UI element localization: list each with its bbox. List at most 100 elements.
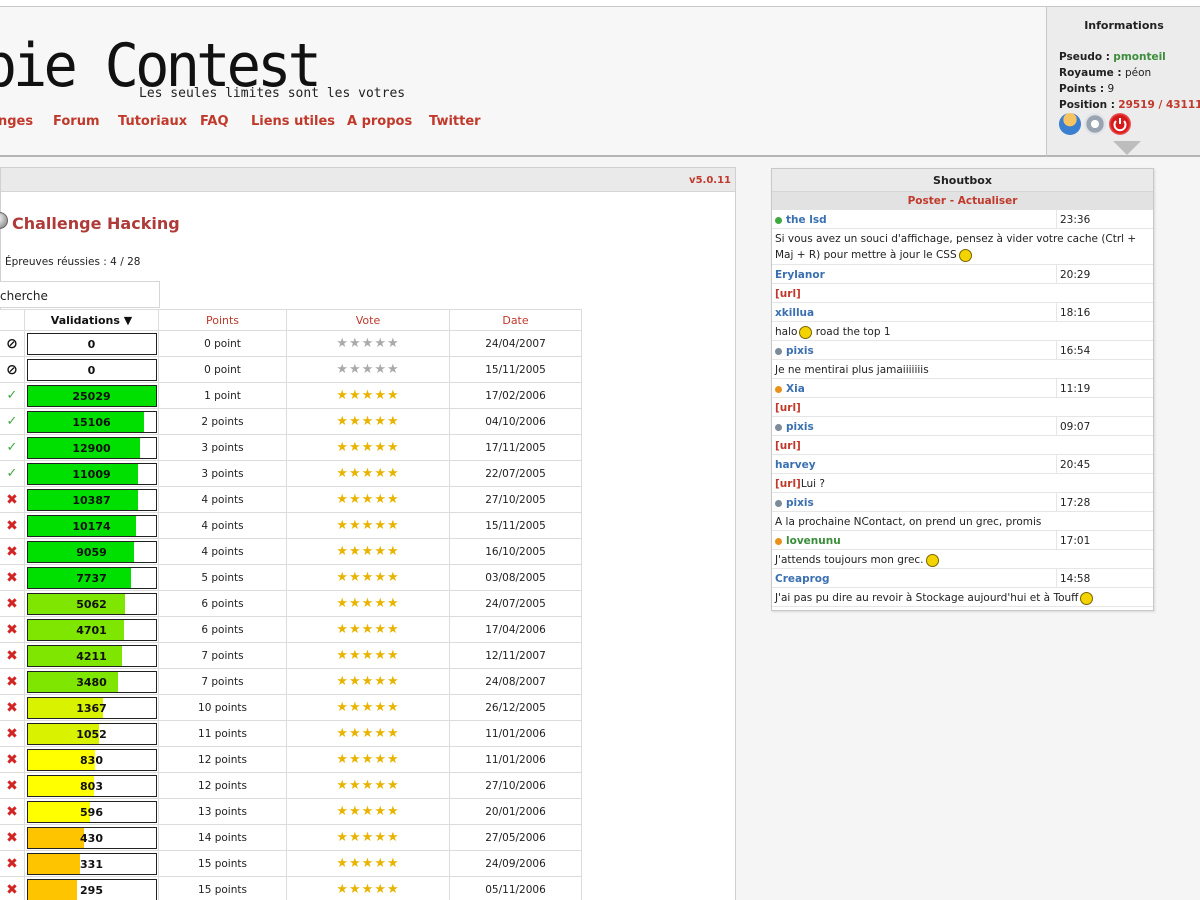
points-col-header[interactable]: Points xyxy=(158,309,287,331)
validations-cell[interactable]: 3480 xyxy=(24,668,159,695)
validations-cell[interactable]: 596 xyxy=(24,798,159,825)
vote-cell[interactable]: ★★★★★ xyxy=(286,772,450,799)
info-pseudo-value[interactable]: pmonteil xyxy=(1113,51,1166,63)
validations-cell[interactable]: 0 xyxy=(24,356,159,383)
profile-icon[interactable] xyxy=(1059,113,1081,135)
vote-stars-icon[interactable]: ★★★★★ xyxy=(336,570,399,585)
vote-cell[interactable]: ★★★★★ xyxy=(286,720,450,747)
table-row[interactable]: ⊘ 0 0 point ★★★★★ 24/04/2007 xyxy=(0,330,582,357)
nav-forum[interactable]: Forum xyxy=(53,114,100,129)
shout-message-text[interactable]: [url] xyxy=(775,288,801,300)
vote-stars-icon[interactable]: ★★★★★ xyxy=(336,336,399,351)
validations-cell[interactable]: 15106 xyxy=(24,408,159,435)
table-row[interactable]: ✖ 295 15 points ★★★★★ 05/11/2006 xyxy=(0,876,582,900)
shout-author-name[interactable]: Erylanor xyxy=(775,269,825,281)
shout-author-name[interactable]: harvey xyxy=(775,459,816,471)
validations-cell[interactable]: 11009 xyxy=(24,460,159,487)
vote-cell[interactable]: ★★★★★ xyxy=(286,590,450,617)
vote-stars-icon[interactable]: ★★★★★ xyxy=(336,726,399,741)
table-row[interactable]: ✖ 9059 4 points ★★★★★ 16/10/2005 xyxy=(0,538,582,565)
shoutbox-poster-link[interactable]: Poster xyxy=(908,195,946,207)
vote-cell[interactable]: ★★★★★ xyxy=(286,694,450,721)
settings-gear-icon[interactable] xyxy=(1084,113,1106,135)
vote-stars-icon[interactable]: ★★★★★ xyxy=(336,544,399,559)
shout-author[interactable]: Creaprog xyxy=(775,573,830,585)
vote-cell[interactable]: ★★★★★ xyxy=(286,434,450,461)
shout-author-name[interactable]: lovenunu xyxy=(786,535,841,547)
vote-cell[interactable]: ★★★★★ xyxy=(286,408,450,435)
shout-author-name[interactable]: the lsd xyxy=(786,214,827,226)
vote-cell[interactable]: ★★★★★ xyxy=(286,850,450,877)
shout-author-name[interactable]: Creaprog xyxy=(775,573,830,585)
validations-col-header[interactable]: Validations ▼ xyxy=(24,309,159,331)
table-row[interactable]: ✖ 331 15 points ★★★★★ 24/09/2006 xyxy=(0,850,582,877)
validations-cell[interactable]: 25029 xyxy=(24,382,159,409)
vote-stars-icon[interactable]: ★★★★★ xyxy=(336,492,399,507)
vote-stars-icon[interactable]: ★★★★★ xyxy=(336,674,399,689)
vote-stars-icon[interactable]: ★★★★★ xyxy=(336,804,399,819)
table-row[interactable]: ✓ 25029 1 point ★★★★★ 17/02/2006 xyxy=(0,382,582,409)
validations-cell[interactable]: 331 xyxy=(24,850,159,877)
validations-cell[interactable]: 430 xyxy=(24,824,159,851)
vote-cell[interactable]: ★★★★★ xyxy=(286,356,450,383)
logout-power-icon[interactable] xyxy=(1109,113,1131,135)
table-row[interactable]: ✖ 7737 5 points ★★★★★ 03/08/2005 xyxy=(0,564,582,591)
vote-stars-icon[interactable]: ★★★★★ xyxy=(336,622,399,637)
search-input[interactable]: cherche xyxy=(0,281,160,308)
vote-cell[interactable]: ★★★★★ xyxy=(286,538,450,565)
table-row[interactable]: ✖ 830 12 points ★★★★★ 11/01/2006 xyxy=(0,746,582,773)
shout-author[interactable]: the lsd xyxy=(775,214,827,226)
shout-message-text[interactable]: [url] xyxy=(775,402,801,414)
vote-stars-icon[interactable]: ★★★★★ xyxy=(336,752,399,767)
vote-cell[interactable]: ★★★★★ xyxy=(286,486,450,513)
shout-author[interactable]: lovenunu xyxy=(775,535,841,547)
table-row[interactable]: ✖ 1367 10 points ★★★★★ 26/12/2005 xyxy=(0,694,582,721)
validations-cell[interactable]: 12900 xyxy=(24,434,159,461)
vote-stars-icon[interactable]: ★★★★★ xyxy=(336,466,399,481)
validations-cell[interactable]: 295 xyxy=(24,876,159,900)
vote-cell[interactable]: ★★★★★ xyxy=(286,824,450,851)
shoutbox-actualiser-link[interactable]: Actualiser xyxy=(958,195,1018,207)
validations-cell[interactable]: 4211 xyxy=(24,642,159,669)
shout-message-text[interactable]: [url] xyxy=(775,440,801,452)
validations-cell[interactable]: 9059 xyxy=(24,538,159,565)
validations-cell[interactable]: 0 xyxy=(24,330,159,357)
shout-author[interactable]: pixis xyxy=(775,345,814,357)
table-row[interactable]: ⊘ 0 0 point ★★★★★ 15/11/2005 xyxy=(0,356,582,383)
nav-twitter[interactable]: Twitter xyxy=(429,114,481,129)
vote-cell[interactable]: ★★★★★ xyxy=(286,642,450,669)
validations-cell[interactable]: 10174 xyxy=(24,512,159,539)
shout-author[interactable]: Erylanor xyxy=(775,269,825,281)
validations-cell[interactable]: 4701 xyxy=(24,616,159,643)
table-row[interactable]: ✖ 430 14 points ★★★★★ 27/05/2006 xyxy=(0,824,582,851)
vote-stars-icon[interactable]: ★★★★★ xyxy=(336,596,399,611)
vote-stars-icon[interactable]: ★★★★★ xyxy=(336,362,399,377)
table-row[interactable]: ✖ 1052 11 points ★★★★★ 11/01/2006 xyxy=(0,720,582,747)
nav-faq[interactable]: FAQ xyxy=(200,114,229,129)
validations-cell[interactable]: 830 xyxy=(24,746,159,773)
vote-stars-icon[interactable]: ★★★★★ xyxy=(336,440,399,455)
validations-cell[interactable]: 5062 xyxy=(24,590,159,617)
vote-cell[interactable]: ★★★★★ xyxy=(286,512,450,539)
vote-cell[interactable]: ★★★★★ xyxy=(286,382,450,409)
validations-cell[interactable]: 10387 xyxy=(24,486,159,513)
vote-cell[interactable]: ★★★★★ xyxy=(286,746,450,773)
vote-cell[interactable]: ★★★★★ xyxy=(286,876,450,900)
vote-stars-icon[interactable]: ★★★★★ xyxy=(336,778,399,793)
date-col-header[interactable]: Date xyxy=(449,309,582,331)
vote-cell[interactable]: ★★★★★ xyxy=(286,330,450,357)
table-row[interactable]: ✖ 803 12 points ★★★★★ 27/10/2006 xyxy=(0,772,582,799)
vote-cell[interactable]: ★★★★★ xyxy=(286,564,450,591)
shout-author[interactable]: pixis xyxy=(775,421,814,433)
shout-author-name[interactable]: pixis xyxy=(786,421,814,433)
shout-author-name[interactable]: Xia xyxy=(786,383,805,395)
validations-cell[interactable]: 1367 xyxy=(24,694,159,721)
vote-stars-icon[interactable]: ★★★★★ xyxy=(336,882,399,897)
nav-tutoriaux[interactable]: Tutoriaux xyxy=(118,114,187,129)
validations-cell[interactable]: 1052 xyxy=(24,720,159,747)
vote-stars-icon[interactable]: ★★★★★ xyxy=(336,830,399,845)
table-row[interactable]: ✖ 5062 6 points ★★★★★ 24/07/2005 xyxy=(0,590,582,617)
shout-author[interactable]: xkillua xyxy=(775,307,814,319)
shout-author-name[interactable]: pixis xyxy=(786,345,814,357)
table-row[interactable]: ✖ 4701 6 points ★★★★★ 17/04/2006 xyxy=(0,616,582,643)
